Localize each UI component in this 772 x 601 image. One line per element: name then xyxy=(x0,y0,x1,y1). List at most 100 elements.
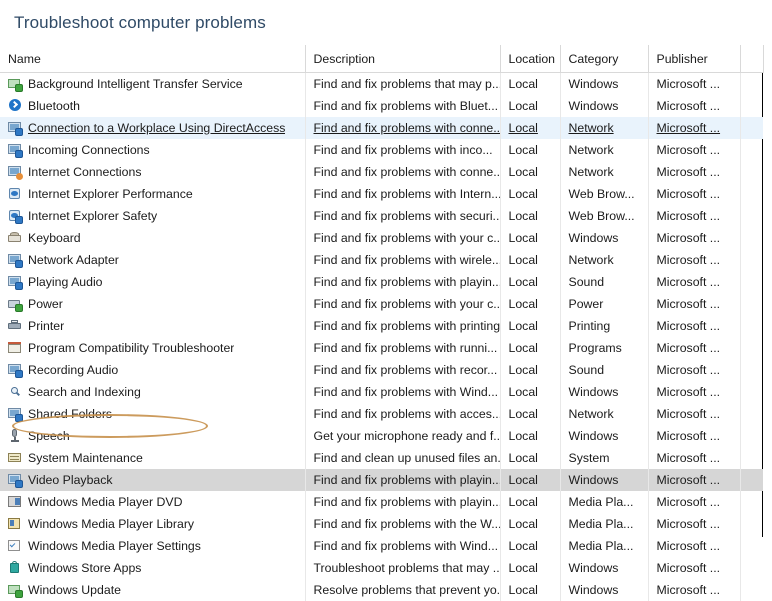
column-header-name[interactable]: Name xyxy=(0,45,305,73)
cell-name[interactable]: Windows Store Apps xyxy=(0,557,305,579)
table-row[interactable]: Network AdapterFind and fix problems wit… xyxy=(0,249,763,271)
table-row[interactable]: Windows UpdateResolve problems that prev… xyxy=(0,579,763,601)
cell-name[interactable]: Power xyxy=(0,293,305,315)
cell-publisher[interactable]: Microsoft ... xyxy=(648,315,740,337)
table-row[interactable]: Internet Explorer SafetyFind and fix pro… xyxy=(0,205,763,227)
cell-description[interactable]: Find and fix problems with Wind... xyxy=(305,535,500,557)
cell-name[interactable]: Windows Media Player DVD xyxy=(0,491,305,513)
table-row[interactable]: Windows Media Player SettingsFind and fi… xyxy=(0,535,763,557)
cell-location[interactable]: Local xyxy=(500,579,560,601)
cell-category[interactable]: Web Brow... xyxy=(560,183,648,205)
cell-location[interactable]: Local xyxy=(500,381,560,403)
column-header-description[interactable]: Description xyxy=(305,45,500,73)
cell-category[interactable]: Sound xyxy=(560,359,648,381)
table-row[interactable]: Recording AudioFind and fix problems wit… xyxy=(0,359,763,381)
cell-publisher[interactable]: Microsoft ... xyxy=(648,227,740,249)
cell-location[interactable]: Local xyxy=(500,513,560,535)
cell-category[interactable]: Windows xyxy=(560,95,648,117)
cell-location[interactable]: Local xyxy=(500,161,560,183)
table-row[interactable]: Internet Explorer PerformanceFind and fi… xyxy=(0,183,763,205)
cell-description[interactable]: Find and fix problems with wirele... xyxy=(305,249,500,271)
table-row[interactable]: Windows Media Player DVDFind and fix pro… xyxy=(0,491,763,513)
cell-name[interactable]: Bluetooth xyxy=(0,95,305,117)
cell-name[interactable]: Recording Audio xyxy=(0,359,305,381)
cell-description[interactable]: Find and fix problems with printing xyxy=(305,315,500,337)
cell-name[interactable]: Windows Update xyxy=(0,579,305,601)
table-row[interactable]: SpeechGet your microphone ready and f...… xyxy=(0,425,763,447)
cell-location[interactable]: Local xyxy=(500,227,560,249)
cell-name[interactable]: Incoming Connections xyxy=(0,139,305,161)
cell-name[interactable]: Background Intelligent Transfer Service xyxy=(0,73,305,96)
table-row[interactable]: Video PlaybackFind and fix problems with… xyxy=(0,469,763,491)
cell-location[interactable]: Local xyxy=(500,95,560,117)
cell-description[interactable]: Get your microphone ready and f... xyxy=(305,425,500,447)
cell-name[interactable]: Windows Media Player Settings xyxy=(0,535,305,557)
cell-publisher[interactable]: Microsoft ... xyxy=(648,359,740,381)
cell-name[interactable]: Windows Media Player Library xyxy=(0,513,305,535)
cell-category[interactable]: Programs xyxy=(560,337,648,359)
cell-name[interactable]: Network Adapter xyxy=(0,249,305,271)
cell-publisher[interactable]: Microsoft ... xyxy=(648,293,740,315)
cell-description[interactable]: Find and fix problems with your c... xyxy=(305,227,500,249)
cell-name[interactable]: Speech xyxy=(0,425,305,447)
cell-category[interactable]: Network xyxy=(560,161,648,183)
cell-publisher[interactable]: Microsoft ... xyxy=(648,513,740,535)
cell-location[interactable]: Local xyxy=(500,293,560,315)
table-row[interactable]: System MaintenanceFind and clean up unus… xyxy=(0,447,763,469)
cell-name[interactable]: Internet Explorer Performance xyxy=(0,183,305,205)
cell-publisher[interactable]: Microsoft ... xyxy=(648,271,740,293)
cell-name[interactable]: Internet Explorer Safety xyxy=(0,205,305,227)
cell-location[interactable]: Local xyxy=(500,425,560,447)
cell-location[interactable]: Local xyxy=(500,535,560,557)
cell-publisher[interactable]: Microsoft ... xyxy=(648,447,740,469)
cell-category[interactable]: Windows xyxy=(560,73,648,96)
cell-location[interactable]: Local xyxy=(500,557,560,579)
cell-publisher[interactable]: Microsoft ... xyxy=(648,579,740,601)
table-row[interactable]: PrinterFind and fix problems with printi… xyxy=(0,315,763,337)
cell-publisher[interactable]: Microsoft ... xyxy=(648,469,740,491)
cell-publisher[interactable]: Microsoft ... xyxy=(648,381,740,403)
table-row[interactable]: Windows Media Player LibraryFind and fix… xyxy=(0,513,763,535)
cell-category[interactable]: System xyxy=(560,447,648,469)
column-header-category[interactable]: Category xyxy=(560,45,648,73)
cell-category[interactable]: Windows xyxy=(560,469,648,491)
cell-description[interactable]: Find and fix problems with your c... xyxy=(305,293,500,315)
cell-publisher[interactable]: Microsoft ... xyxy=(648,337,740,359)
table-row[interactable]: Program Compatibility TroubleshooterFind… xyxy=(0,337,763,359)
cell-location[interactable]: Local xyxy=(500,359,560,381)
cell-name[interactable]: Printer xyxy=(0,315,305,337)
cell-location[interactable]: Local xyxy=(500,249,560,271)
cell-location[interactable]: Local xyxy=(500,139,560,161)
cell-category[interactable]: Network xyxy=(560,249,648,271)
cell-description[interactable]: Find and fix problems with the W... xyxy=(305,513,500,535)
cell-location[interactable]: Local xyxy=(500,271,560,293)
cell-description[interactable]: Find and fix problems that may p... xyxy=(305,73,500,96)
cell-category[interactable]: Network xyxy=(560,139,648,161)
cell-description[interactable]: Troubleshoot problems that may ... xyxy=(305,557,500,579)
cell-category[interactable]: Network xyxy=(560,403,648,425)
cell-description[interactable]: Find and fix problems with playin... xyxy=(305,491,500,513)
cell-description[interactable]: Find and fix problems with inco... xyxy=(305,139,500,161)
cell-location[interactable]: Local xyxy=(500,403,560,425)
cell-name[interactable]: System Maintenance xyxy=(0,447,305,469)
cell-category[interactable]: Windows xyxy=(560,557,648,579)
cell-category[interactable]: Windows xyxy=(560,579,648,601)
cell-description[interactable]: Find and fix problems with playin... xyxy=(305,271,500,293)
cell-description[interactable]: Find and fix problems with Bluet... xyxy=(305,95,500,117)
troubleshooters-list[interactable]: Name Description Location Category Publi… xyxy=(0,45,763,537)
cell-category[interactable]: Media Pla... xyxy=(560,535,648,557)
table-row[interactable]: Windows Store AppsTroubleshoot problems … xyxy=(0,557,763,579)
cell-publisher[interactable]: Microsoft ... xyxy=(648,183,740,205)
cell-category[interactable]: Windows xyxy=(560,425,648,447)
cell-description[interactable]: Find and fix problems with recor... xyxy=(305,359,500,381)
cell-category[interactable]: Web Brow... xyxy=(560,205,648,227)
cell-category[interactable]: Power xyxy=(560,293,648,315)
cell-name[interactable]: Program Compatibility Troubleshooter xyxy=(0,337,305,359)
cell-description[interactable]: Find and fix problems with conne... xyxy=(305,117,500,139)
cell-location[interactable]: Local xyxy=(500,183,560,205)
table-row[interactable]: Background Intelligent Transfer ServiceF… xyxy=(0,73,763,96)
cell-location[interactable]: Local xyxy=(500,73,560,96)
cell-category[interactable]: Windows xyxy=(560,381,648,403)
cell-publisher[interactable]: Microsoft ... xyxy=(648,425,740,447)
table-row[interactable]: Shared FoldersFind and fix problems with… xyxy=(0,403,763,425)
